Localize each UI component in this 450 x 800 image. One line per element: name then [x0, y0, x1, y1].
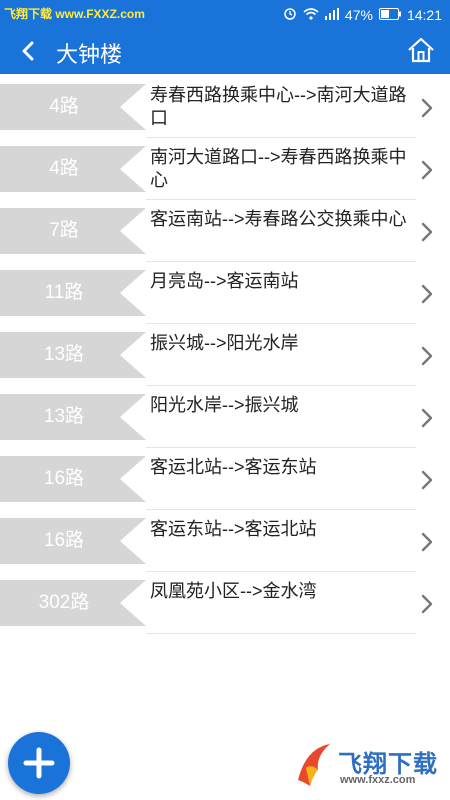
signal-icon: [324, 7, 339, 23]
row-divider: [146, 323, 416, 324]
route-line-number: 13路: [43, 406, 85, 427]
route-row[interactable]: 302路 凤凰苑小区-->金水湾: [0, 580, 450, 634]
chevron-right-icon: [420, 222, 434, 242]
route-description: 凤凰苑小区-->金水湾: [150, 581, 317, 601]
row-divider: [146, 571, 416, 572]
status-watermark: 飞翔下载 www.FXXZ.com: [4, 7, 145, 21]
route-badge: 13路: [0, 332, 146, 378]
chevron-right-icon: [420, 98, 434, 118]
wifi-icon: [303, 7, 319, 23]
route-row[interactable]: 7路 客运南站-->寿春路公交换乘中心: [0, 208, 450, 262]
chevron-right-icon: [420, 346, 434, 366]
route-badge: 11路: [0, 270, 146, 316]
route-description: 客运东站-->客运北站: [150, 519, 317, 539]
route-description: 阳光水岸-->振兴城: [150, 395, 299, 415]
back-icon[interactable]: [14, 36, 44, 66]
route-line-number: 13路: [43, 344, 85, 365]
route-row[interactable]: 4路 寿春西路换乘中心-->南河大道路口: [0, 84, 450, 138]
plus-icon: [23, 747, 55, 779]
row-divider: [146, 509, 416, 510]
route-description: 振兴城-->阳光水岸: [150, 333, 299, 353]
chevron-right-icon: [420, 532, 434, 552]
row-divider: [146, 261, 416, 262]
row-divider: [146, 385, 416, 386]
route-line-number: 302路: [38, 592, 90, 613]
route-line-number: 11路: [44, 282, 84, 303]
chevron-right-icon: [420, 470, 434, 490]
route-row[interactable]: 13路 振兴城-->阳光水岸: [0, 332, 450, 386]
chevron-right-icon: [420, 408, 434, 428]
row-divider: [146, 199, 416, 200]
route-badge: 302路: [0, 580, 146, 626]
watermark-logo: 飞翔下载 www.fxxz.com: [292, 740, 442, 796]
status-bar: 飞翔下载 www.FXXZ.com 47% 14:21: [0, 0, 450, 28]
route-row[interactable]: 13路 阳光水岸-->振兴城: [0, 394, 450, 448]
watermark-url: www.fxxz.com: [340, 774, 416, 786]
chevron-right-icon: [420, 160, 434, 180]
route-line-number: 7路: [49, 220, 79, 241]
route-badge: 4路: [0, 84, 146, 130]
route-description: 寿春西路换乘中心-->南河大道路口: [150, 85, 407, 128]
chevron-right-icon: [420, 594, 434, 614]
route-description: 南河大道路口-->寿春西路换乘中心: [150, 147, 407, 190]
clock-time: 14:21: [406, 6, 442, 23]
route-badge: 7路: [0, 208, 146, 254]
route-description: 客运南站-->寿春路公交换乘中心: [150, 209, 407, 229]
chevron-right-icon: [420, 284, 434, 304]
route-line-number: 16路: [43, 530, 85, 551]
route-line-number: 4路: [49, 96, 79, 117]
route-badge: 16路: [0, 456, 146, 502]
alarm-icon: [283, 6, 297, 23]
route-description: 客运北站-->客运东站: [150, 457, 317, 477]
status-right: 47% 14:21: [283, 6, 442, 23]
row-divider: [146, 137, 416, 138]
battery-percent: 47%: [344, 6, 373, 23]
route-description: 月亮岛-->客运南站: [150, 271, 299, 291]
row-divider: [146, 633, 416, 634]
route-badge: 16路: [0, 518, 146, 564]
battery-icon: [378, 7, 401, 23]
route-badge: 13路: [0, 394, 146, 440]
row-divider: [146, 447, 416, 448]
route-row[interactable]: 11路 月亮岛-->客运南站: [0, 270, 450, 324]
watermark-bird-icon: [298, 744, 330, 786]
route-line-number: 16路: [43, 468, 85, 489]
route-row[interactable]: 16路 客运北站-->客运东站: [0, 456, 450, 510]
route-line-number: 4路: [49, 158, 79, 179]
page-title: 大钟楼: [56, 42, 123, 67]
home-icon[interactable]: [406, 35, 436, 65]
add-button[interactable]: [8, 732, 70, 794]
route-row[interactable]: 16路 客运东站-->客运北站: [0, 518, 450, 572]
route-badge: 4路: [0, 146, 146, 192]
route-row[interactable]: 4路 南河大道路口-->寿春西路换乘中心: [0, 146, 450, 200]
app-bar: 大钟楼: [0, 28, 450, 74]
